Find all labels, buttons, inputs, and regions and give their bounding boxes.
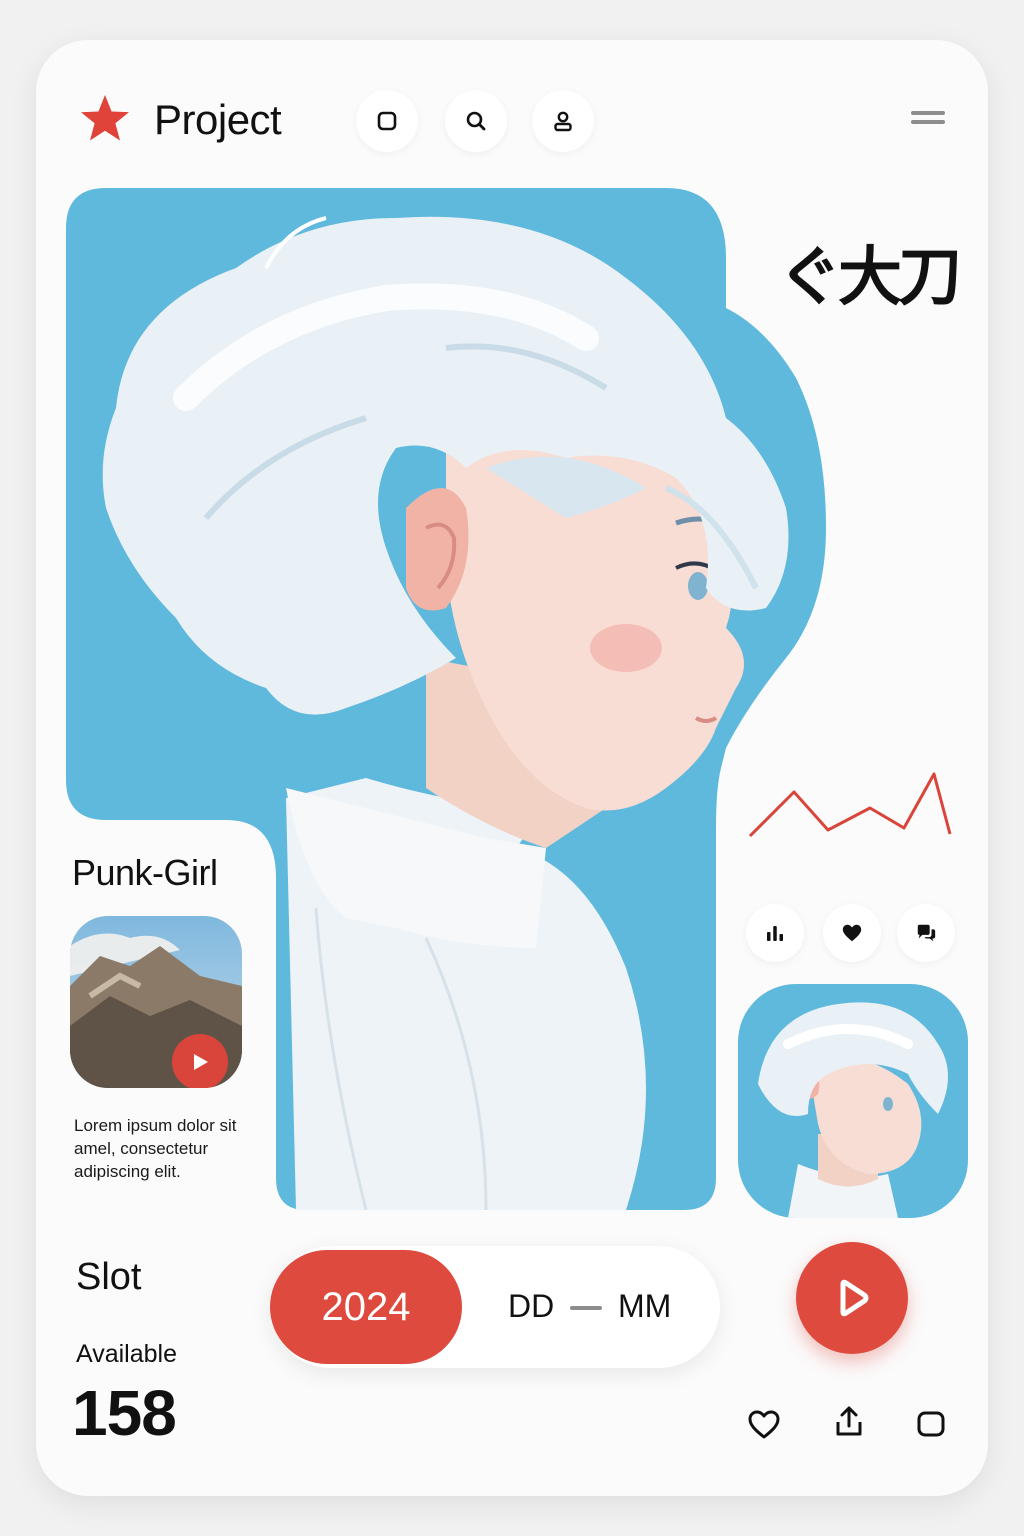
heart-icon[interactable] bbox=[746, 1406, 782, 1442]
chat-button[interactable] bbox=[897, 904, 955, 962]
like-button[interactable] bbox=[823, 904, 881, 962]
day-field[interactable]: DD bbox=[508, 1288, 554, 1325]
video-thumbnail[interactable] bbox=[70, 916, 242, 1088]
profile-button[interactable] bbox=[532, 90, 594, 152]
user-icon bbox=[554, 111, 572, 132]
brand-title: Project bbox=[154, 96, 282, 143]
year-button[interactable]: 2024 bbox=[270, 1250, 462, 1364]
available-count: 158 bbox=[72, 1377, 177, 1449]
slot-label: Slot bbox=[76, 1256, 142, 1298]
square-button[interactable] bbox=[356, 90, 418, 152]
play-thumbnail-button[interactable] bbox=[172, 1034, 228, 1088]
sparkline-chart bbox=[748, 772, 952, 838]
heart-icon bbox=[842, 924, 862, 942]
search-icon bbox=[466, 111, 486, 131]
menu-button[interactable] bbox=[908, 106, 948, 136]
avatar-image bbox=[738, 984, 968, 1218]
stats-button[interactable] bbox=[746, 904, 804, 962]
avatar-thumbnail[interactable] bbox=[738, 984, 968, 1218]
play-button[interactable] bbox=[796, 1242, 908, 1354]
share-icon[interactable] bbox=[831, 1404, 867, 1440]
date-separator bbox=[570, 1306, 602, 1310]
search-button[interactable] bbox=[445, 90, 507, 152]
bar-chart-icon bbox=[767, 926, 783, 941]
square-icon[interactable] bbox=[913, 1406, 949, 1442]
star-logo-icon bbox=[81, 95, 129, 141]
feature-description: Lorem ipsum dolor sit amel, consectetur … bbox=[74, 1116, 237, 1181]
date-selector: 2024 DD MM bbox=[270, 1246, 720, 1368]
month-field[interactable]: MM bbox=[618, 1288, 671, 1325]
square-icon bbox=[377, 111, 397, 131]
available-label: Available bbox=[76, 1340, 178, 1368]
feature-title: Punk-Girl bbox=[72, 852, 218, 893]
play-icon bbox=[840, 1279, 869, 1317]
play-icon bbox=[194, 1054, 208, 1070]
hamburger-icon bbox=[911, 111, 945, 115]
chat-icon bbox=[917, 924, 936, 942]
overlay-text: ぐ大刀 bbox=[778, 241, 962, 315]
